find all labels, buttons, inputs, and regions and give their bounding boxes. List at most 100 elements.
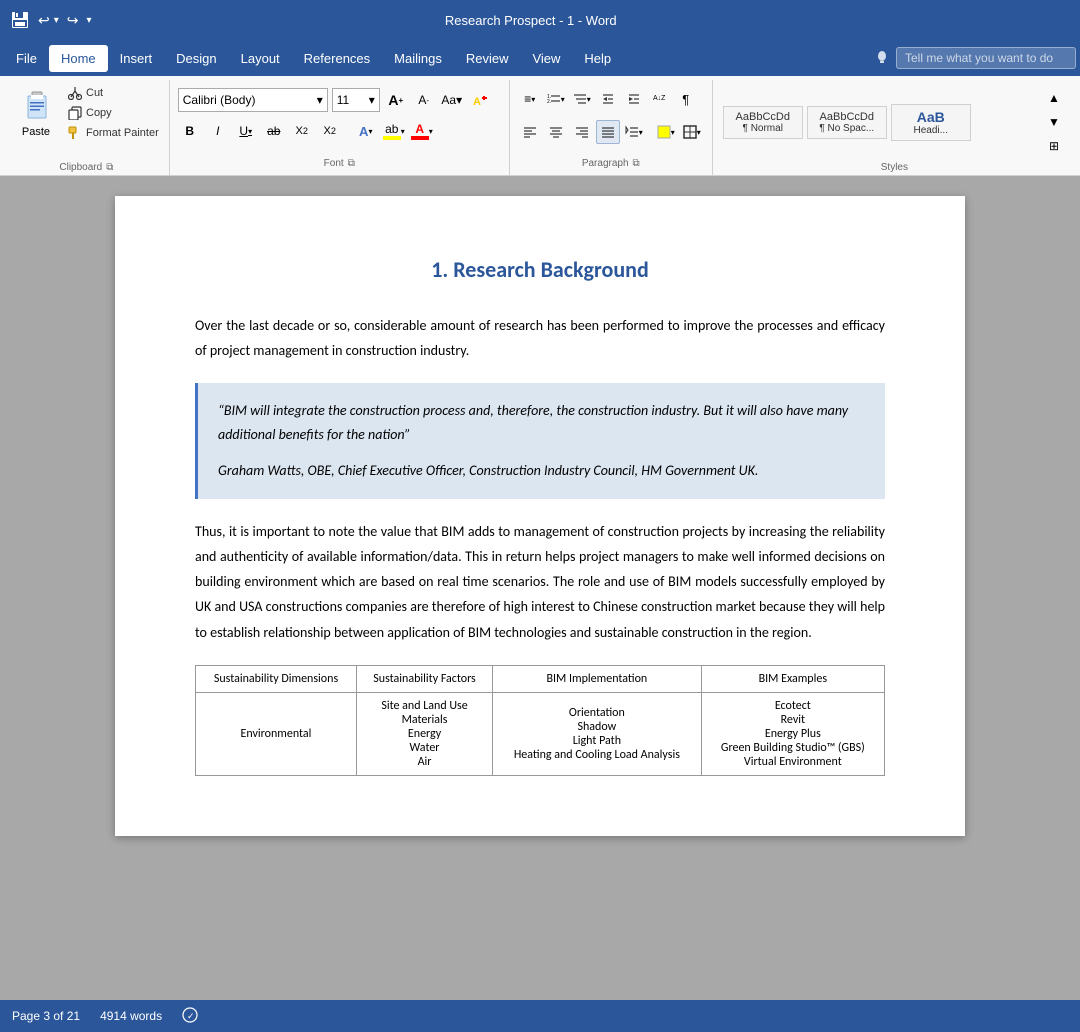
sort-button[interactable]: A↓Z <box>648 87 672 111</box>
paste-icon <box>18 88 54 124</box>
svg-text:✓: ✓ <box>187 1011 195 1021</box>
font-group: Calibri (Body) ▾ 11 ▾ A+ A- Aa▾ A <box>170 80 510 175</box>
heading-number: 1. <box>431 256 448 283</box>
decrease-indent-button[interactable] <box>596 87 620 111</box>
save-icon[interactable] <box>10 10 30 30</box>
redo-button[interactable]: ↪ <box>67 12 79 29</box>
align-center-button[interactable] <box>544 120 568 144</box>
lightbulb-icon <box>874 50 890 66</box>
menu-mailings[interactable]: Mailings <box>382 45 454 72</box>
paste-label: Paste <box>22 126 50 138</box>
align-right-button[interactable] <box>570 120 594 144</box>
sort-icon: A↓Z <box>653 92 667 106</box>
increase-indent-icon <box>627 92 641 106</box>
menu-bar: File Home Insert Design Layout Reference… <box>0 40 1080 76</box>
document-area[interactable]: 1. Research Background Over the last dec… <box>0 176 1080 1000</box>
font-family-select[interactable]: Calibri (Body) ▾ <box>178 88 328 112</box>
numbering-button[interactable]: 1. 2. ▾ <box>544 87 568 111</box>
bullets-button[interactable]: ≡▾ <box>518 87 542 111</box>
menu-references[interactable]: References <box>292 45 382 72</box>
borders-button[interactable]: ▾ <box>680 120 704 144</box>
menu-insert[interactable]: Insert <box>108 45 165 72</box>
increase-indent-button[interactable] <box>622 87 646 111</box>
font-color-button[interactable]: A ▾ <box>410 119 434 143</box>
font-size-select[interactable]: 11 ▾ <box>332 88 380 112</box>
align-left-icon <box>523 125 537 139</box>
table-cell-bim-impl: OrientationShadowLight PathHeating and C… <box>493 692 702 775</box>
copy-icon <box>68 106 82 120</box>
styles-scroll-down[interactable]: ▼ <box>1042 110 1066 134</box>
document-page: 1. Research Background Over the last dec… <box>115 196 965 836</box>
font-row2: B I U▾ ab X2 X2 A▾ ab ▾ <box>178 119 501 143</box>
blockquote-text: “BIM will integrate the construction pro… <box>218 399 865 447</box>
highlight-color-button[interactable]: ab ▾ <box>382 119 406 143</box>
clipboard-group-label: Clipboard ⧉ <box>10 160 163 175</box>
cut-button[interactable]: Cut <box>64 84 163 102</box>
italic-button[interactable]: I <box>206 119 230 143</box>
customize-quick-access[interactable]: ▾ <box>87 15 92 26</box>
menu-design[interactable]: Design <box>164 45 228 72</box>
font-grow-button[interactable]: A+ <box>384 88 408 112</box>
line-spacing-button[interactable]: ▾ <box>622 120 646 144</box>
svg-text:A: A <box>473 96 481 108</box>
paste-button[interactable]: Paste <box>10 84 62 142</box>
styles-group: AaBbCcDd ¶ Normal AaBbCcDd ¶ No Spac... … <box>713 80 1076 175</box>
para-row2: ▾ ▾ ▾ <box>518 117 704 147</box>
font-group-label: Font ⧉ <box>178 156 501 171</box>
ribbon: Paste Cut <box>0 76 1080 176</box>
style-normal[interactable]: AaBbCcDd ¶ Normal <box>723 106 803 139</box>
styles-expand[interactable]: ⊞ <box>1042 134 1066 158</box>
styles-scroll-up[interactable]: ▲ <box>1042 86 1066 110</box>
underline-button[interactable]: U▾ <box>234 119 258 143</box>
paragraph-2: Thus, it is important to note the value … <box>195 519 885 645</box>
undo-button[interactable]: ↩▾ <box>38 12 59 29</box>
font-shrink-button[interactable]: A- <box>412 88 436 112</box>
copy-button[interactable]: Copy <box>64 104 163 122</box>
style-no-spacing[interactable]: AaBbCcDd ¶ No Spac... <box>807 106 887 139</box>
page-info: Page 3 of 21 <box>12 1009 80 1023</box>
change-case-button[interactable]: Aa▾ <box>440 88 464 112</box>
menu-review[interactable]: Review <box>454 45 521 72</box>
strikethrough-button[interactable]: ab <box>262 119 286 143</box>
svg-text:A↓Z: A↓Z <box>653 95 666 102</box>
menu-help[interactable]: Help <box>572 45 623 72</box>
clipboard-group: Paste Cut <box>4 80 170 175</box>
menu-view[interactable]: View <box>520 45 572 72</box>
font-dialog-launcher[interactable]: ⧉ <box>348 158 355 169</box>
show-formatting-button[interactable]: ¶ <box>674 87 698 111</box>
paragraph-dialog-launcher[interactable]: ⧉ <box>633 158 640 169</box>
clear-formatting-button[interactable]: A <box>468 88 492 112</box>
shading-button[interactable]: ▾ <box>654 120 678 144</box>
paragraph-group: ≡▾ 1. 2. ▾ ▾ <box>510 80 713 175</box>
align-left-button[interactable] <box>518 120 542 144</box>
numbering-icon: 1. 2. <box>547 92 561 106</box>
paragraph-1: Over the last decade or so, considerable… <box>195 313 885 363</box>
text-effects-button[interactable]: A▾ <box>354 119 378 143</box>
bold-button[interactable]: B <box>178 119 202 143</box>
para-row1: ≡▾ 1. 2. ▾ ▾ <box>518 84 704 114</box>
blockquote: “BIM will integrate the construction pro… <box>195 383 885 498</box>
justify-button[interactable] <box>596 120 620 144</box>
table-cell-factors: Site and Land UseMaterialsEnergyWaterAir <box>356 692 492 775</box>
status-bar: Page 3 of 21 4914 words ✓ <box>0 1000 1080 1032</box>
clipboard-dialog-launcher[interactable]: ⧉ <box>106 162 113 173</box>
accessibility-icon[interactable]: ✓ <box>182 1007 198 1026</box>
blockquote-attribution: Graham Watts, OBE, Chief Executive Offic… <box>218 459 865 483</box>
superscript-button[interactable]: X2 <box>318 119 342 143</box>
style-heading[interactable]: AaB Headi... <box>891 104 971 141</box>
font-row1: Calibri (Body) ▾ 11 ▾ A+ A- Aa▾ A <box>178 84 501 116</box>
subscript-button[interactable]: X2 <box>290 119 314 143</box>
menu-home[interactable]: Home <box>49 45 108 72</box>
align-right-icon <box>575 125 589 139</box>
menu-file[interactable]: File <box>4 45 49 72</box>
shading-icon <box>657 125 671 139</box>
menu-layout[interactable]: Layout <box>229 45 292 72</box>
table-cell-bim-examples: EcotectRevitEnergy PlusGreen Building St… <box>701 692 884 775</box>
tell-me-bar <box>874 47 1076 69</box>
decrease-indent-icon <box>601 92 615 106</box>
format-painter-button[interactable]: Format Painter <box>64 124 163 142</box>
multilevel-list-button[interactable]: ▾ <box>570 87 594 111</box>
table-cell-dimension: Environmental <box>196 692 357 775</box>
document-title: Research Prospect - 1 - Word <box>445 13 617 28</box>
tell-me-input[interactable] <box>896 47 1076 69</box>
